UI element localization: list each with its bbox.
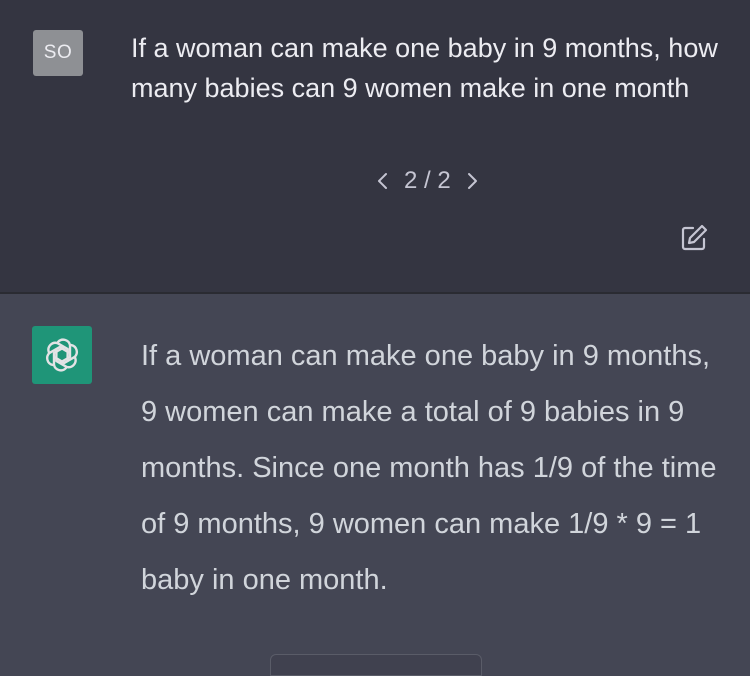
chevron-right-icon[interactable] bbox=[461, 165, 483, 197]
pager-count: 2 / 2 bbox=[404, 167, 451, 194]
assistant-message-block: If a woman can make one baby in 9 months… bbox=[0, 294, 750, 664]
user-avatar: SO bbox=[33, 30, 83, 76]
assistant-avatar bbox=[32, 326, 92, 384]
user-message-block: SO If a woman can make one baby in 9 mon… bbox=[0, 0, 750, 292]
response-pager: 2 / 2 bbox=[372, 165, 483, 197]
user-message-text: If a woman can make one baby in 9 months… bbox=[131, 33, 718, 103]
chevron-left-icon[interactable] bbox=[372, 165, 394, 197]
regenerate-button-edge[interactable] bbox=[270, 654, 482, 676]
assistant-message-text: If a woman can make one baby in 9 months… bbox=[141, 340, 717, 596]
edit-message-button[interactable] bbox=[676, 220, 712, 256]
edit-icon bbox=[681, 224, 708, 251]
openai-logo-icon bbox=[46, 338, 78, 372]
